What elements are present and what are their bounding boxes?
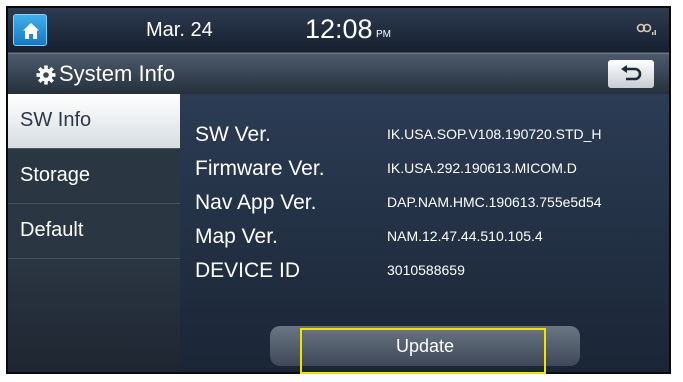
back-arrow-icon <box>621 65 642 81</box>
page-title: System Info <box>59 61 176 86</box>
info-value: IK.USA.SOP.V108.190720.STD_H <box>387 126 602 142</box>
info-row-sw-ver: SW Ver. IK.USA.SOP.V108.190720.STD_H <box>180 116 669 153</box>
info-value: NAM.12.47.44.510.105.4 <box>387 228 543 244</box>
info-value: IK.USA.292.190613.MICOM.D <box>387 160 577 176</box>
title-bar: System Info <box>8 53 669 94</box>
ampm-indicator: PM <box>376 29 391 40</box>
info-value: DAP.NAM.HMC.190613.755e5d54 <box>387 194 602 210</box>
date-display: Mar. 24 <box>146 19 213 41</box>
info-label: Firmware Ver. <box>195 157 325 180</box>
sidebar-item-sw-info[interactable]: SW Info <box>8 94 180 149</box>
back-button[interactable] <box>608 60 654 88</box>
home-button[interactable] <box>13 14 47 46</box>
info-label: SW Ver. <box>195 123 271 146</box>
sidebar-item-label: Default <box>20 219 84 241</box>
time-display: 12:08 <box>305 14 373 44</box>
info-row-firmware-ver: Firmware Ver. IK.USA.292.190613.MICOM.D <box>180 150 669 187</box>
signal-icon <box>636 23 656 35</box>
info-row-nav-app-ver: Nav App Ver. DAP.NAM.HMC.190613.755e5d54 <box>180 184 669 221</box>
sidebar-item-default[interactable]: Default <box>8 204 180 259</box>
info-label: Nav App Ver. <box>195 191 317 214</box>
home-icon <box>23 23 39 39</box>
gear-icon <box>36 65 56 85</box>
sidebar-item-storage[interactable]: Storage <box>8 149 180 204</box>
sidebar-item-label: SW Info <box>20 109 92 131</box>
sidebar-item-label: Storage <box>20 164 91 186</box>
info-value: 3010588659 <box>387 262 465 278</box>
sidebar-empty-area <box>8 260 180 372</box>
info-label: Map Ver. <box>195 225 278 248</box>
info-row-map-ver: Map Ver. NAM.12.47.44.510.105.4 <box>180 218 669 255</box>
head-unit-screen: Mar. 24 12:08 PM System Info SW Info Sto… <box>6 6 671 374</box>
sidebar-menu: SW Info Storage Default <box>8 94 180 372</box>
status-bar: Mar. 24 12:08 PM <box>8 8 669 53</box>
highlight-box <box>300 328 546 374</box>
info-label: DEVICE ID <box>195 259 301 282</box>
info-row-device-id: DEVICE ID 3010588659 <box>180 252 669 289</box>
